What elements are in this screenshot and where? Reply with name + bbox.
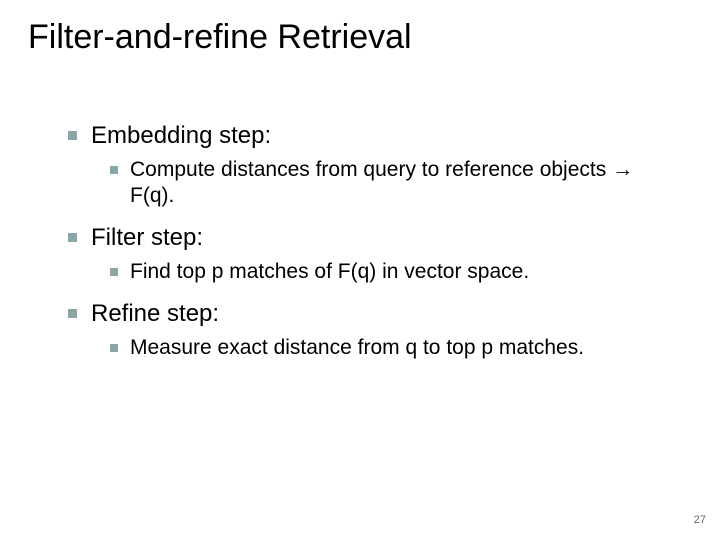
list-item: Refine step: [68, 299, 692, 329]
list-item-label: Embedding step: [91, 121, 271, 151]
arrow-icon: → [612, 158, 633, 181]
square-bullet-icon [68, 309, 77, 318]
slide: Filter-and-refine Retrieval Embedding st… [0, 0, 720, 540]
list-subitem: Measure exact distance from q to top p m… [110, 335, 692, 361]
list-subitem-text: Find top p matches of F(q) in vector spa… [130, 259, 529, 285]
text-run: Find top p matches of F(q) in vector spa… [130, 260, 529, 283]
square-bullet-icon [68, 233, 77, 242]
square-bullet-icon [110, 344, 118, 352]
list-item: Embedding step: [68, 121, 692, 151]
text-run: F(q). [130, 184, 174, 207]
list-subitem: Find top p matches of F(q) in vector spa… [110, 259, 692, 285]
page-number: 27 [694, 514, 706, 526]
slide-title: Filter-and-refine Retrieval [28, 18, 692, 57]
list-item-label: Filter step: [91, 223, 203, 253]
list-item: Filter step: [68, 223, 692, 253]
list-subitem: Compute distances from query to referenc… [110, 157, 692, 209]
text-run: Compute distances from query to referenc… [130, 158, 612, 181]
slide-content: Embedding step: Compute distances from q… [28, 121, 692, 361]
list-subitem-text: Measure exact distance from q to top p m… [130, 335, 584, 361]
list-subitem-text: Compute distances from query to referenc… [130, 157, 662, 209]
square-bullet-icon [110, 166, 118, 174]
square-bullet-icon [110, 268, 118, 276]
text-run: Measure exact distance from q to top p m… [130, 336, 584, 359]
square-bullet-icon [68, 131, 77, 140]
list-item-label: Refine step: [91, 299, 219, 329]
